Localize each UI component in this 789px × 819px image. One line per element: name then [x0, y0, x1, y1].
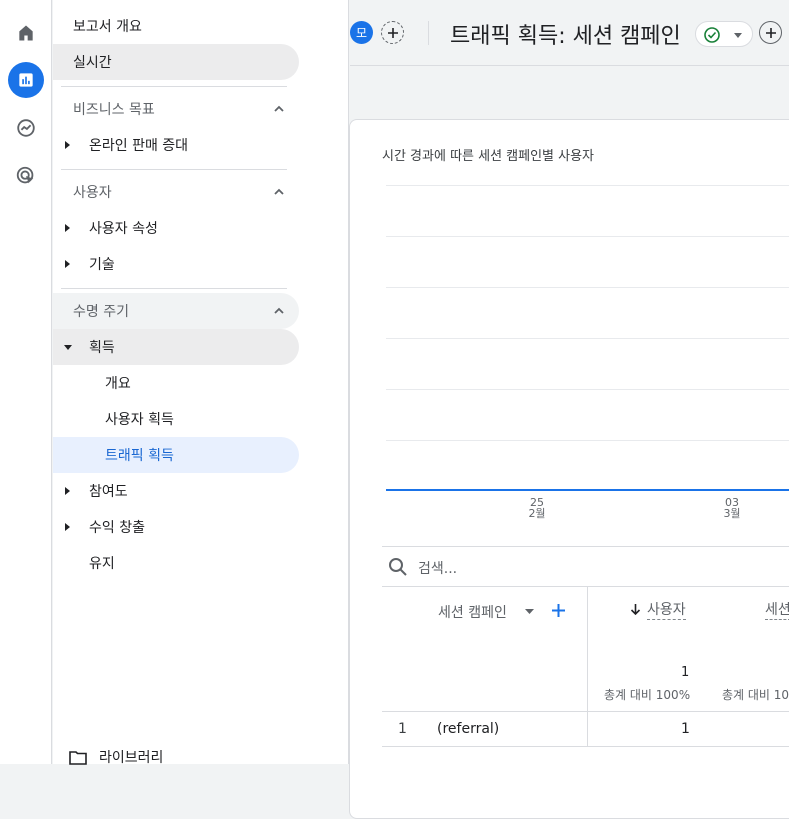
total-users-pct: 총계 대비 100% — [604, 688, 691, 702]
sidebar-item-label: 획득 — [89, 340, 115, 356]
chart-title: 시간 경과에 따른 세션 캠페인별 사용자 — [382, 149, 595, 164]
total-users-value: 1 — [681, 665, 690, 680]
sidebar-item-tech[interactable]: 기술 — [53, 246, 299, 282]
divider — [382, 746, 789, 747]
sidebar-item-label: 개요 — [105, 376, 131, 392]
sidebar-item-label: 기술 — [89, 257, 115, 273]
sidebar-item-user-attributes[interactable]: 사용자 속성 — [53, 210, 299, 246]
sidebar-item-engagement[interactable]: 참여도 — [53, 473, 299, 509]
total-sessions-pct: 총계 대비 10 — [722, 688, 789, 702]
chevron-down-icon — [734, 33, 742, 38]
divider — [61, 288, 287, 289]
gridline — [386, 389, 789, 390]
sidebar-item-label: 라이브러리 — [99, 750, 164, 766]
plus-icon — [765, 27, 776, 38]
divider — [61, 169, 287, 170]
plus-icon — [387, 27, 398, 38]
chevron-down-icon[interactable] — [525, 609, 534, 614]
section-lifecycle[interactable]: 수명 주기 — [53, 293, 299, 329]
divider — [382, 546, 789, 547]
sidebar-item-traffic-acquisition[interactable]: 트래픽 획득 — [53, 437, 299, 473]
gridline — [386, 236, 789, 237]
sidebar-item-online-sales[interactable]: 온라인 판매 증대 — [53, 127, 299, 163]
add-button[interactable] — [759, 21, 782, 44]
avatar[interactable]: 모 — [350, 21, 373, 44]
sidebar-item-label: 유지 — [89, 556, 115, 572]
sidebar-item-label: 실시간 — [73, 55, 112, 71]
caret-right-icon — [65, 224, 70, 232]
sidebar-item-monetization[interactable]: 수익 창출 — [53, 509, 299, 545]
sidebar-item-user-acquisition[interactable]: 사용자 획득 — [53, 401, 299, 437]
row-index: 1 — [398, 721, 407, 737]
gridline — [386, 185, 789, 186]
chevron-up-icon — [274, 307, 284, 314]
sidebar-item-library[interactable]: 라이브러리 — [53, 739, 299, 775]
add-dimension-icon[interactable] — [551, 603, 566, 618]
sidebar-item-overview[interactable]: 보고서 개요 — [53, 8, 299, 44]
sidebar: 보고서 개요 실시간 비즈니스 목표 온라인 판매 증대 사용자 사용자 속성 … — [53, 0, 349, 766]
home-icon[interactable] — [8, 15, 44, 51]
add-comparison-button[interactable] — [381, 21, 404, 44]
table-search[interactable]: 검색... — [382, 550, 789, 584]
section-title: 비즈니스 목표 — [73, 102, 155, 118]
caret-down-icon — [64, 345, 72, 350]
section-title: 수명 주기 — [73, 304, 129, 320]
advertising-icon[interactable] — [8, 158, 44, 194]
status-dropdown[interactable] — [695, 21, 753, 47]
gridline — [386, 440, 789, 441]
row-users: 1 — [681, 721, 690, 737]
folder-icon — [69, 751, 87, 765]
sidebar-item-label: 보고서 개요 — [73, 19, 142, 35]
divider — [382, 586, 789, 587]
metric-header-users[interactable]: 사용자 — [647, 599, 686, 620]
metric-header-sessions[interactable]: 세션 — [765, 599, 789, 620]
explore-icon[interactable] — [8, 110, 44, 146]
report-header: 모 트래픽 획득: 세션 캠페인 — [350, 0, 789, 66]
x-tick-label: 25 2월 — [528, 496, 546, 520]
caret-right-icon — [65, 260, 70, 268]
caret-right-icon — [65, 487, 70, 495]
dimension-header[interactable]: 세션 캠페인 — [438, 602, 507, 622]
chevron-up-icon — [274, 188, 284, 195]
column-header-label: 세션 캠페인 — [438, 605, 507, 621]
sidebar-item-acq-overview[interactable]: 개요 — [53, 365, 299, 401]
sidebar-item-retention[interactable]: 유지 — [53, 545, 299, 581]
gridline — [386, 338, 789, 339]
search-icon — [389, 558, 407, 576]
caret-right-icon — [65, 141, 70, 149]
check-circle-icon — [704, 27, 720, 43]
sidebar-item-realtime[interactable]: 실시간 — [53, 44, 299, 80]
page-title: 트래픽 획득: 세션 캠페인 — [450, 24, 681, 49]
caret-right-icon — [65, 523, 70, 531]
series-line — [386, 489, 789, 491]
sidebar-item-label: 참여도 — [89, 484, 128, 500]
reports-icon[interactable] — [8, 62, 44, 98]
gridline — [386, 287, 789, 288]
sidebar-item-label: 온라인 판매 증대 — [89, 138, 189, 154]
search-input[interactable]: 검색... — [418, 558, 457, 578]
table-row[interactable]: 1 (referral) 1 — [382, 712, 789, 746]
chevron-up-icon — [274, 105, 284, 112]
divider — [61, 86, 287, 87]
section-business-goals[interactable]: 비즈니스 목표 — [53, 91, 299, 127]
nav-rail — [0, 0, 52, 764]
sort-down-icon[interactable] — [630, 603, 641, 616]
sidebar-item-label: 수익 창출 — [89, 520, 145, 536]
section-title: 사용자 — [73, 185, 112, 201]
sidebar-item-label: 사용자 속성 — [89, 221, 158, 237]
header-divider — [428, 21, 429, 45]
x-tick-label: 03 3월 — [723, 496, 741, 520]
row-campaign[interactable]: (referral) — [437, 721, 499, 737]
sidebar-item-acquisition[interactable]: 획득 — [53, 329, 299, 365]
sidebar-item-label: 사용자 획득 — [105, 412, 174, 428]
sidebar-item-label: 트래픽 획득 — [105, 448, 174, 464]
section-user[interactable]: 사용자 — [53, 174, 299, 210]
